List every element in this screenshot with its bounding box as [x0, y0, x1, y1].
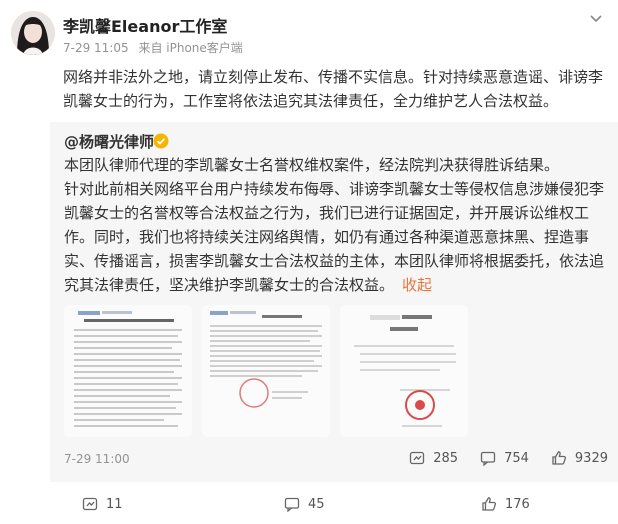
like-count: 176 — [505, 496, 530, 512]
author-name[interactable]: 李凯馨Eleanor工作室 — [63, 13, 227, 37]
collapse-link[interactable]: 收起 — [402, 276, 432, 294]
post-time[interactable]: 7-29 11:05 — [63, 41, 129, 55]
repost-action-bar: 285 754 9329 — [387, 450, 608, 466]
share-button[interactable]: 11 — [82, 496, 123, 512]
repost-share-button[interactable]: 285 — [409, 450, 458, 466]
repost-text: 本团队律师代理的李凯馨女士名誉权维权案件，经法院判决获得胜诉结果。 针对此前相关… — [64, 153, 604, 297]
post-header: 李凯馨Eleanor工作室 7-29 11:05 来自 iPhone客户端 — [0, 0, 618, 60]
repost-icon — [82, 497, 98, 511]
post-action-bar: 11 45 176 — [0, 488, 618, 524]
chevron-down-icon[interactable] — [588, 10, 604, 26]
repost-author[interactable]: @杨曙光律师 — [64, 131, 154, 152]
document-image-1[interactable] — [64, 305, 192, 437]
repost-time[interactable]: 7-29 11:00 — [64, 452, 130, 466]
image-grid — [64, 305, 604, 437]
repost-share-count: 285 — [433, 450, 459, 466]
repost-comment-count: 754 — [504, 450, 529, 466]
repost-paragraph-1: 本团队律师代理的李凯馨女士名誉权维权案件，经法院判决获得胜诉结果。 — [64, 156, 560, 174]
verified-badge-icon — [153, 133, 169, 149]
repost-card[interactable]: @杨曙光律师 本团队律师代理的李凯馨女士名誉权维权案件，经法院判决获得胜诉结果。… — [50, 122, 618, 482]
post-meta: 7-29 11:05 来自 iPhone客户端 — [63, 39, 243, 56]
thumbs-up-icon — [552, 451, 566, 465]
comment-icon — [480, 451, 496, 466]
repost-paragraph-2-text: 针对此前相关网络平台用户持续发布侮辱、诽谤李凯馨女士等侵权信息涉嫌侵犯李凯馨女士… — [64, 180, 605, 294]
post-source: 来自 iPhone客户端 — [138, 41, 243, 55]
comment-count: 45 — [308, 496, 325, 512]
document-image-2[interactable] — [202, 305, 330, 437]
comment-icon — [284, 497, 300, 512]
post-text: 网络并非法外之地，请立刻停止发布、传播不实信息。针对持续恶意造谣、诽谤李凯馨女士… — [63, 68, 604, 110]
repost-like-count: 9329 — [574, 450, 608, 466]
repost-icon — [410, 451, 425, 465]
thumbs-up-icon — [482, 497, 497, 511]
court-certificate-image[interactable] — [340, 305, 468, 437]
repost-like-button[interactable]: 9329 — [551, 450, 608, 466]
avatar[interactable] — [11, 11, 55, 55]
repost-paragraph-2: 针对此前相关网络平台用户持续发布侮辱、诽谤李凯馨女士等侵权信息涉嫌侵犯李凯馨女士… — [64, 177, 604, 297]
like-button[interactable]: 176 — [481, 496, 530, 512]
comment-button[interactable]: 45 — [284, 496, 325, 512]
share-count: 11 — [106, 496, 123, 512]
repost-comment-button[interactable]: 754 — [480, 450, 529, 466]
